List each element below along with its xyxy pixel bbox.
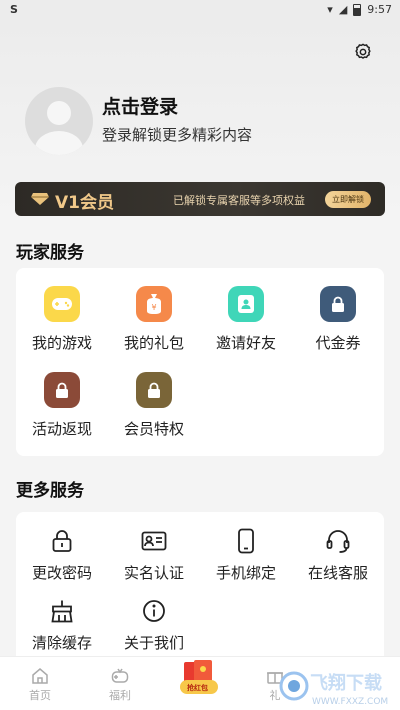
player-services-title: 玩家服务 <box>16 243 84 263</box>
red-envelope-button[interactable]: 抢红包 <box>178 660 220 696</box>
tab-home[interactable]: 首页 <box>10 667 70 703</box>
player-services-card: 我的游戏 ¥ 我的礼包 邀请好友 代金券 活动返现 会员特权 <box>16 268 384 456</box>
login-subtitle: 登录解锁更多精彩内容 <box>102 126 253 144</box>
phone-icon <box>231 526 261 556</box>
id-card-icon <box>139 526 169 556</box>
cashback-item[interactable]: 活动返现 <box>16 372 108 439</box>
vouchers-label: 代金券 <box>315 334 361 352</box>
vip-description: 已解锁专属客服等多项权益 <box>173 194 305 207</box>
vip-unlock-button[interactable]: 立即解锁 <box>325 191 371 208</box>
my-gifts-item[interactable]: ¥ 我的礼包 <box>108 286 200 353</box>
vip-banner[interactable]: V1会员 已解锁专属客服等多项权益 立即解锁 <box>15 182 385 216</box>
tab-welfare[interactable]: 福利 <box>90 667 150 703</box>
more-services-title: 更多服务 <box>16 481 84 501</box>
red-envelope-label: 抢红包 <box>187 684 208 692</box>
clear-cache-label: 清除缓存 <box>31 634 92 652</box>
wifi-icon: ▾ <box>327 3 333 16</box>
svg-text:WWW.FXXZ.COM: WWW.FXXZ.COM <box>312 697 388 707</box>
app-badge-icon: S <box>10 3 18 16</box>
tab-home-label: 首页 <box>29 689 51 702</box>
about-us-item[interactable]: 关于我们 <box>108 596 200 653</box>
more-services-card: 更改密码 实名认证 手机绑定 在线客服 清除缓存 关于我们 <box>16 512 384 662</box>
vouchers-item[interactable]: 代金券 <box>292 286 384 353</box>
svg-text:¥: ¥ <box>151 303 156 312</box>
welfare-gamepad-icon <box>111 668 129 683</box>
change-password-label: 更改密码 <box>31 564 92 582</box>
gift-bag-icon: ¥ <box>136 286 172 322</box>
real-name-label: 实名认证 <box>123 564 184 582</box>
info-icon <box>139 596 169 626</box>
default-avatar-icon <box>35 101 83 155</box>
clear-cache-item[interactable]: 清除缓存 <box>16 596 108 653</box>
svg-text:飞翔下载: 飞翔下载 <box>310 672 382 694</box>
my-gifts-label: 我的礼包 <box>123 334 184 352</box>
gamepad-icon <box>44 286 80 322</box>
tab-welfare-label: 福利 <box>109 689 131 702</box>
locked-privileges-icon <box>136 372 172 408</box>
locked-cashback-icon <box>44 372 80 408</box>
vip-privileges-item[interactable]: 会员特权 <box>108 372 200 439</box>
avatar[interactable] <box>25 87 93 155</box>
watermark-logo: 飞翔下载 WWW.FXXZ.COM <box>278 662 400 710</box>
battery-icon <box>353 3 362 16</box>
real-name-item[interactable]: 实名认证 <box>108 526 200 583</box>
vip-title: V1会员 <box>55 193 114 213</box>
watermark-graphic: 飞翔下载 WWW.FXXZ.COM <box>279 671 388 707</box>
invite-friends-label: 邀请好友 <box>215 334 276 352</box>
online-support-label: 在线客服 <box>307 564 368 582</box>
lock-icon <box>47 526 77 556</box>
status-time: 9:57 <box>367 3 392 16</box>
login-title[interactable]: 点击登录 <box>102 92 178 119</box>
invite-friends-item[interactable]: 邀请好友 <box>200 286 292 353</box>
headset-icon <box>323 526 353 556</box>
locked-voucher-icon <box>320 286 356 322</box>
settings-gear-icon[interactable] <box>353 42 373 62</box>
status-bar: S ▾ ◢ 9:57 <box>0 0 400 20</box>
about-us-label: 关于我们 <box>123 634 184 652</box>
diamond-icon <box>31 193 49 205</box>
online-support-item[interactable]: 在线客服 <box>292 526 384 583</box>
cashback-label: 活动返现 <box>31 420 92 438</box>
signal-icon: ◢ <box>338 3 348 16</box>
broom-icon <box>47 596 77 626</box>
my-games-label: 我的游戏 <box>31 334 92 352</box>
change-password-item[interactable]: 更改密码 <box>16 526 108 583</box>
vip-privileges-label: 会员特权 <box>123 420 184 438</box>
my-games-item[interactable]: 我的游戏 <box>16 286 108 353</box>
invite-icon <box>228 286 264 322</box>
phone-binding-label: 手机绑定 <box>215 564 276 582</box>
phone-binding-item[interactable]: 手机绑定 <box>200 526 292 583</box>
home-icon <box>32 668 48 684</box>
